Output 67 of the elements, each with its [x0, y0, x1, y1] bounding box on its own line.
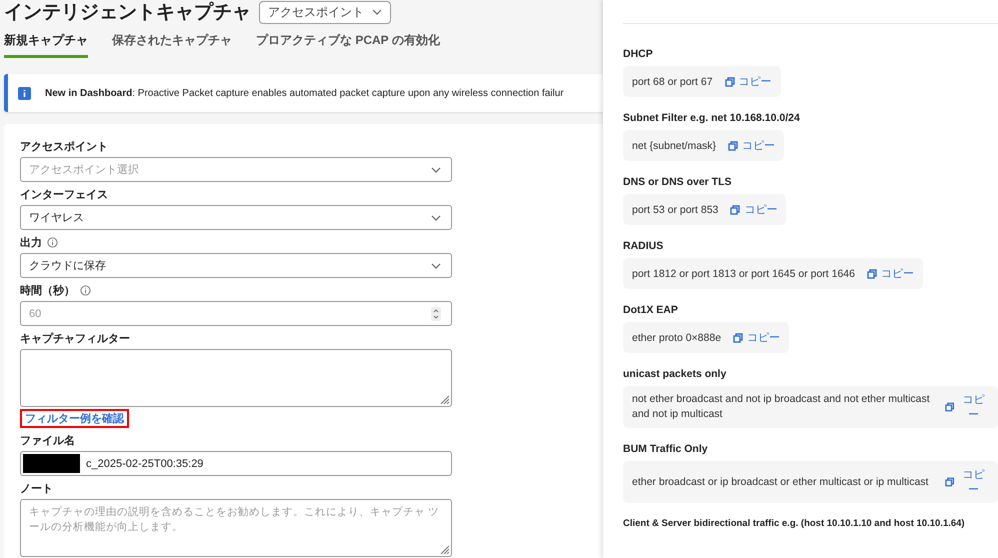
chevron-down-icon [431, 214, 441, 220]
textarea-field[interactable] [20, 349, 452, 407]
filter-examples-link[interactable]: フィルター例を確認 [20, 409, 129, 428]
resize-grip-icon[interactable] [440, 545, 449, 554]
chevron-down-icon [431, 262, 441, 268]
filter-title: Subnet Filter e.g. net 10.168.10.0/24 [623, 112, 801, 124]
text-field[interactable]: c_2025-02-25T00:35:29 [20, 451, 452, 476]
filter-title: DHCP [623, 48, 654, 60]
banner-text: New in Dashboard: Proactive Packet capture enables automated packet capture upon any wireless connection failur [45, 88, 564, 98]
copy-button[interactable]: コピー [945, 467, 989, 497]
copy-icon [945, 477, 954, 487]
redaction-block [23, 454, 80, 473]
filter-title: Dot1X EAP [623, 304, 679, 316]
copy-icon [724, 76, 735, 86]
copy-icon [867, 268, 877, 278]
filter-text: not ether broadcast and not ip broadcast and not ether multicast and not ip multicast [632, 392, 931, 422]
field-label: ノート [20, 482, 53, 496]
field-value: クラウドに保存 [29, 259, 107, 273]
filter-text: net {subnet/mask} [632, 140, 716, 152]
filter-text: port 68 or port 67 [632, 76, 713, 88]
filter-text: ether broadcast or ip broadcast or ether multicast or ip multicast [632, 474, 930, 490]
copy-icon [945, 402, 954, 412]
filter-title: Client & Server bidirectional traffic e.g. (host 10.10.1.10 and host 10.10.1.64) [623, 518, 966, 529]
field-label: アクセスポイント [20, 140, 108, 154]
number-field[interactable]: 60 [20, 301, 452, 326]
resize-grip-icon[interactable] [440, 395, 449, 404]
filter-title: RADIUS [623, 240, 664, 252]
field-placeholder: アクセスポイント選択 [29, 163, 140, 177]
copy-button[interactable]: コピー [730, 202, 778, 217]
scope-dropdown[interactable]: アクセスポイント [259, 0, 391, 24]
dropdown-field[interactable]: アクセスポイント選択 [20, 157, 452, 182]
tab[interactable]: プロアクティブな PCAP の有効化 [256, 30, 440, 58]
filter-text: ether proto 0×888e [632, 332, 722, 344]
copy-button[interactable]: コピー [733, 330, 780, 345]
page-title: インテリジェントキャプチャ [4, 0, 251, 25]
filter-title: unicast packets only [623, 368, 728, 380]
copy-icon [728, 140, 738, 150]
field-label: 出力 [20, 236, 42, 250]
copy-icon [733, 332, 744, 342]
tab[interactable]: 新規キャプチャ [4, 30, 88, 58]
filter-title: DNS or DNS over TLS [623, 176, 733, 188]
field-label: インターフェイス [20, 188, 108, 202]
copy-icon [730, 204, 740, 214]
copy-button[interactable]: コピー [724, 74, 772, 89]
filter-text: port 1812 or port 1813 or port 1645 or port 1646 [632, 268, 855, 280]
copy-button[interactable]: コピー [728, 138, 776, 153]
filter-title: BUM Traffic Only [623, 443, 709, 455]
copy-button[interactable]: コピー [867, 266, 914, 281]
dropdown-field[interactable]: クラウドに保存 [20, 253, 452, 278]
field-placeholder: 60 [29, 308, 42, 320]
tab[interactable]: 保存されたキャプチャ [112, 30, 232, 58]
field-label: ファイル名 [20, 434, 75, 448]
chevron-down-icon [431, 166, 441, 172]
field-value: c_2025-02-25T00:35:29 [86, 458, 204, 470]
info-icon [47, 236, 58, 248]
filter-text: port 53 or port 853 [632, 204, 718, 216]
field-placeholder: キャプチャの理由の説明を含めることをお勧めします。これにより、キャプチャ ツールの分析機能が向上します。 [29, 505, 440, 535]
textarea-field[interactable]: キャプチャの理由の説明を含めることをお勧めします。これにより、キャプチャ ツールの分析機能が向上します。 [20, 499, 452, 557]
dropdown-field[interactable]: ワイヤレス [20, 205, 452, 230]
spinner-icon[interactable] [431, 306, 441, 320]
copy-button[interactable]: コピー [945, 392, 989, 422]
field-value: ワイヤレス [29, 211, 85, 225]
chevron-down-icon [372, 9, 382, 15]
field-label: 時間（秒） [20, 284, 75, 298]
info-icon [18, 86, 31, 100]
info-icon [80, 284, 91, 296]
field-label: キャプチャフィルター [20, 332, 130, 346]
